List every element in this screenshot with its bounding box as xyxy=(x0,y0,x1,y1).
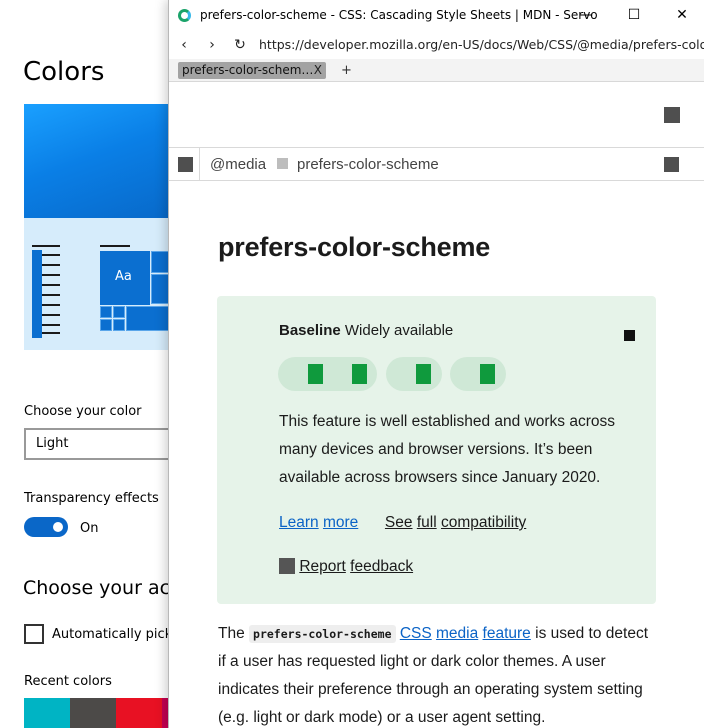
report-feedback-link[interactable]: Report xyxy=(299,558,346,575)
auto-pick-label: Automatically pick xyxy=(52,627,173,642)
learn-more-link[interactable]: Learn xyxy=(279,514,319,531)
preview-sidebar xyxy=(32,250,42,338)
edge-support-icon xyxy=(352,364,367,384)
maximize-button[interactable]: ☐ xyxy=(611,0,657,31)
recent-colors-label: Recent colors xyxy=(24,674,112,689)
back-icon[interactable]: ‹ xyxy=(173,34,195,56)
title-bar: prefers-color-scheme - CSS: Cascading St… xyxy=(169,0,704,31)
transparency-state: On xyxy=(80,521,99,536)
url-bar[interactable]: https://developer.mozilla.org/en-US/docs… xyxy=(259,35,704,55)
intro-paragraph: The prefers-color-scheme CSS media featu… xyxy=(218,620,658,728)
report-feedback-link[interactable]: feedback xyxy=(350,558,413,575)
baseline-description: This feature is well established and wor… xyxy=(279,413,615,486)
toggle-knob xyxy=(53,522,63,532)
sidebar-toggle-icon[interactable] xyxy=(178,157,193,172)
media-link[interactable]: media xyxy=(436,625,478,642)
browser-window: prefers-color-scheme - CSS: Cascading St… xyxy=(168,0,704,728)
forward-icon[interactable]: › xyxy=(201,34,223,56)
baseline-status: Widely available xyxy=(344,322,454,339)
inline-code: prefers-color-scheme xyxy=(249,625,396,643)
breadcrumb-item-media[interactable]: @media xyxy=(210,156,266,173)
new-tab-button[interactable]: + xyxy=(341,62,352,79)
recent-color-swatch[interactable] xyxy=(70,698,116,728)
preview-line xyxy=(100,245,130,247)
baseline-label: Baseline xyxy=(279,322,341,339)
breadcrumb-item-current[interactable]: prefers-color-scheme xyxy=(297,156,439,173)
close-window-button[interactable]: ✕ xyxy=(659,0,704,31)
tab-active[interactable]: prefers-color-schem… X xyxy=(178,62,326,79)
safari-support-icon xyxy=(480,364,495,384)
choose-color-label: Choose your color xyxy=(24,404,142,419)
servo-app-icon xyxy=(178,9,191,22)
minimize-button[interactable]: — xyxy=(563,0,609,31)
intro-text: The xyxy=(218,625,245,642)
feature-link[interactable]: feature xyxy=(483,625,531,642)
preview-tile xyxy=(100,319,112,331)
recent-color-swatch[interactable] xyxy=(24,698,70,728)
baseline-banner: Baseline Widely available This feature i… xyxy=(217,296,656,604)
compatibility-link[interactable]: compatibility xyxy=(441,514,526,531)
transparency-label: Transparency effects xyxy=(24,491,159,506)
transparency-toggle[interactable] xyxy=(24,517,68,537)
reload-icon[interactable]: ↻ xyxy=(229,34,251,56)
accent-heading: Choose your acc xyxy=(23,577,181,599)
learn-more-link[interactable]: more xyxy=(323,514,358,531)
compatibility-link[interactable]: See xyxy=(385,514,413,531)
firefox-support-icon xyxy=(416,364,431,384)
browser-support-pill xyxy=(386,357,442,391)
css-link[interactable]: CSS xyxy=(400,625,432,642)
baseline-links: Learn more See full compatibility xyxy=(279,514,526,532)
baseline-title: Baseline Widely available xyxy=(279,322,453,339)
window-title: prefers-color-scheme - CSS: Cascading St… xyxy=(200,8,598,22)
preview-desktop-background xyxy=(24,104,184,218)
menu-icon[interactable] xyxy=(664,107,680,123)
preview-tile xyxy=(113,306,125,318)
recent-color-swatch[interactable] xyxy=(116,698,162,728)
tab-close-icon[interactable]: X xyxy=(314,62,322,79)
toc-toggle-icon[interactable] xyxy=(664,157,679,172)
breadcrumb-separator-icon xyxy=(277,158,288,169)
preview-sample-tile: Aa xyxy=(100,251,150,305)
chrome-support-icon xyxy=(308,364,323,384)
settings-title: Colors xyxy=(23,57,105,87)
baseline-toggle-icon[interactable] xyxy=(624,330,635,341)
feedback-icon xyxy=(279,558,295,574)
tab-label: prefers-color-schem… xyxy=(182,63,314,77)
breadcrumb-divider xyxy=(199,148,200,180)
compatibility-link[interactable]: full xyxy=(417,514,437,531)
breadcrumb: @media prefers-color-scheme xyxy=(169,147,704,181)
page-content: @media prefers-color-scheme prefers-colo… xyxy=(169,82,704,728)
preview-tile xyxy=(113,319,125,331)
navigation-bar: ‹ › ↻ https://developer.mozilla.org/en-U… xyxy=(169,31,704,59)
tab-bar: prefers-color-schem… X + xyxy=(169,59,704,82)
page-title: prefers-color-scheme xyxy=(218,232,491,262)
theme-preview: Aa xyxy=(24,104,184,350)
auto-pick-checkbox[interactable] xyxy=(24,624,44,644)
report-feedback: Report feedback xyxy=(279,558,413,576)
preview-tile xyxy=(100,306,112,318)
preview-line xyxy=(32,245,60,247)
browser-support-pill xyxy=(450,357,506,391)
